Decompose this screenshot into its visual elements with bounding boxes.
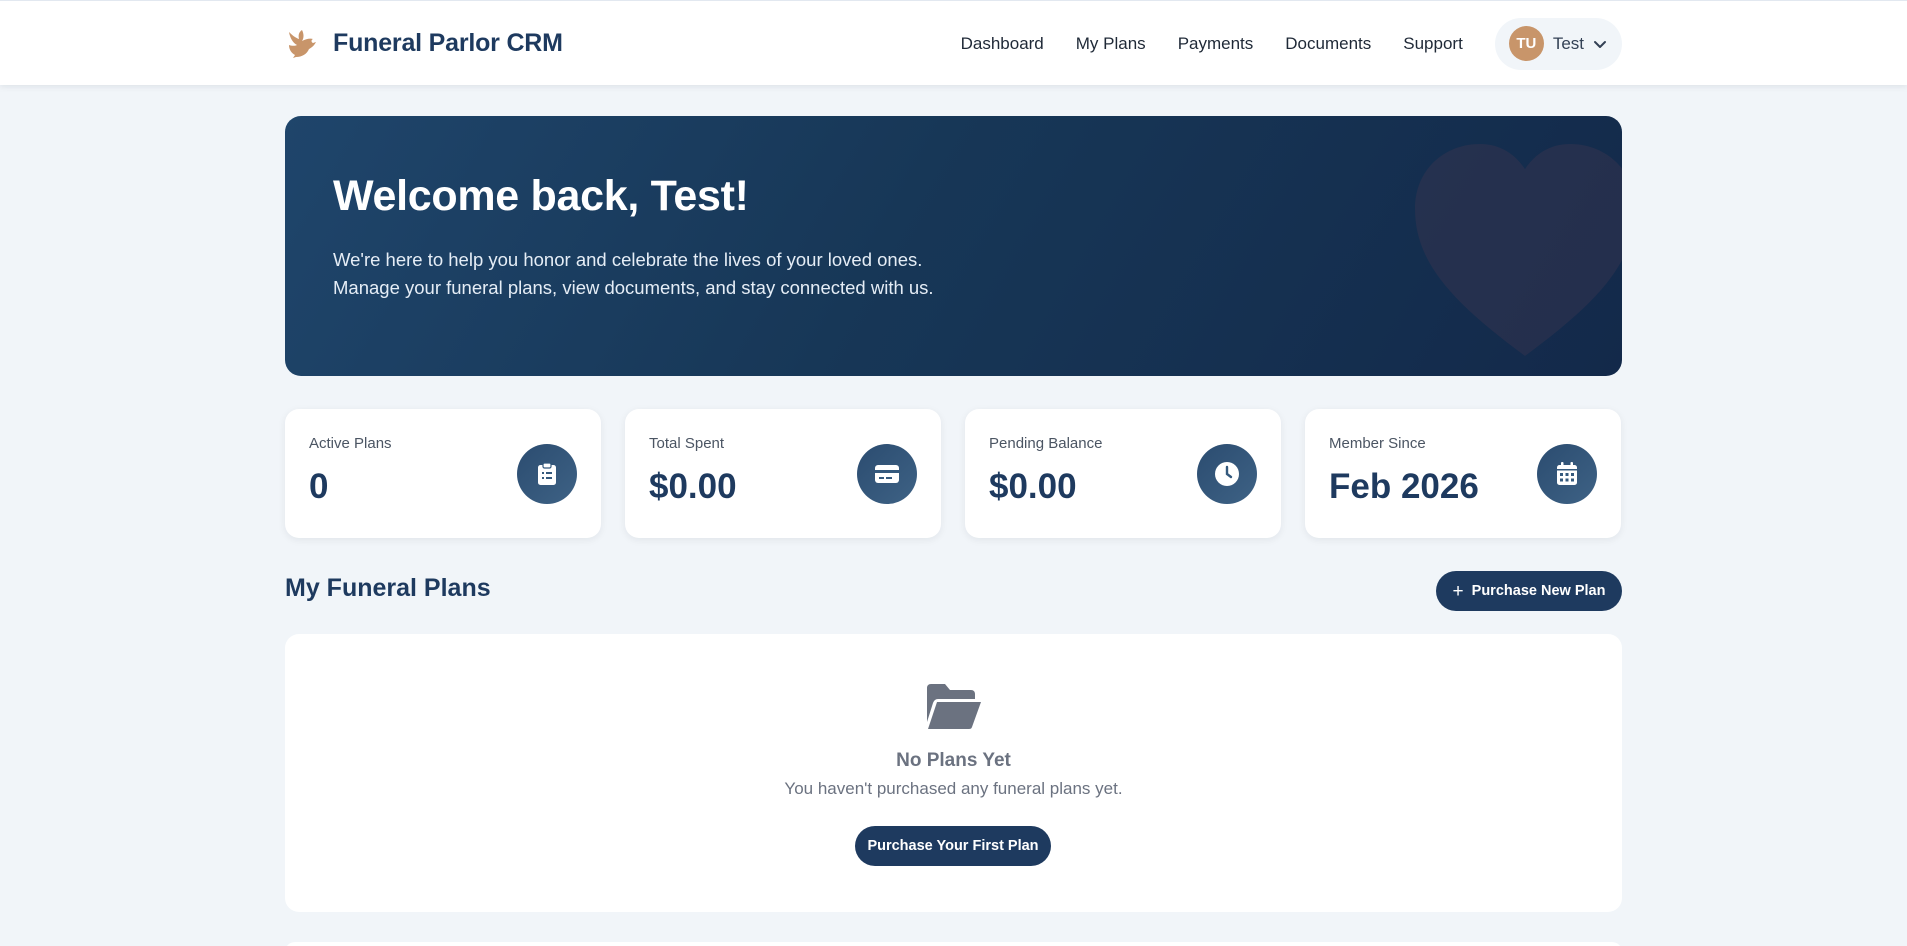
welcome-text: We're here to help you honor and celebra… <box>333 249 934 298</box>
user-name: Test <box>1552 33 1584 53</box>
nav-link-dashboard[interactable]: Dashboard <box>961 34 1044 54</box>
navbar-inner: Funeral Parlor CRM Dashboard My Plans Pa… <box>285 1 1622 86</box>
stat-value: Feb 2026 <box>1329 467 1479 506</box>
avatar: TU <box>1508 26 1544 61</box>
chevron-down-icon <box>1592 36 1608 52</box>
user-menu-button[interactable]: TU Test <box>1494 17 1622 70</box>
stat-value: $0.00 <box>989 467 1077 506</box>
stat-card-pending-balance: Pending Balance $0.00 <box>965 409 1281 538</box>
nav-link-support[interactable]: Support <box>1403 34 1463 54</box>
purchase-new-plan-button[interactable]: + Purchase New Plan <box>1436 571 1622 611</box>
nav-link-documents[interactable]: Documents <box>1285 34 1371 54</box>
stat-card-member-since: Member Since Feb 2026 <box>1305 409 1621 538</box>
purchase-first-plan-button[interactable]: Purchase Your First Plan <box>855 826 1051 866</box>
dove-icon <box>285 27 319 61</box>
heart-icon <box>1415 144 1622 356</box>
nav-link-payments[interactable]: Payments <box>1178 34 1254 54</box>
stat-card-total-spent: Total Spent $0.00 <box>625 409 941 538</box>
clipboard-list-icon <box>517 444 577 504</box>
stat-label: Pending Balance <box>989 435 1103 452</box>
section-title: My Funeral Plans <box>285 574 491 602</box>
brand-name: Funeral Parlor CRM <box>333 29 563 57</box>
calendar-icon <box>1537 444 1597 504</box>
welcome-banner: Welcome back, Test! We're here to help y… <box>285 116 1622 376</box>
stat-label: Total Spent <box>649 435 725 452</box>
stat-label: Active Plans <box>309 435 392 452</box>
empty-state-text: You haven't purchased any funeral plans … <box>784 779 1123 798</box>
stat-card-active-plans: Active Plans 0 <box>285 409 601 538</box>
top-navbar: Funeral Parlor CRM Dashboard My Plans Pa… <box>0 0 1907 85</box>
empty-state-title: No Plans Yet <box>896 750 1011 771</box>
stat-label: Member Since <box>1329 435 1426 452</box>
nav-link-my-plans[interactable]: My Plans <box>1076 34 1146 54</box>
clock-icon <box>1197 444 1257 504</box>
purchase-new-plan-label: Purchase New Plan <box>1471 583 1606 599</box>
welcome-title: Welcome back, Test! <box>333 172 749 220</box>
stat-value: $0.00 <box>649 467 737 506</box>
brand[interactable]: Funeral Parlor CRM <box>285 27 563 61</box>
stat-value: 0 <box>309 467 329 506</box>
plus-icon: + <box>1452 580 1464 602</box>
credit-card-icon <box>857 444 917 504</box>
nav-links: Dashboard My Plans Payments Documents Su… <box>961 17 1622 70</box>
folder-open-icon <box>927 684 981 729</box>
empty-state-card: No Plans Yet You haven't purchased any f… <box>285 634 1622 912</box>
next-section-card <box>285 942 1622 946</box>
